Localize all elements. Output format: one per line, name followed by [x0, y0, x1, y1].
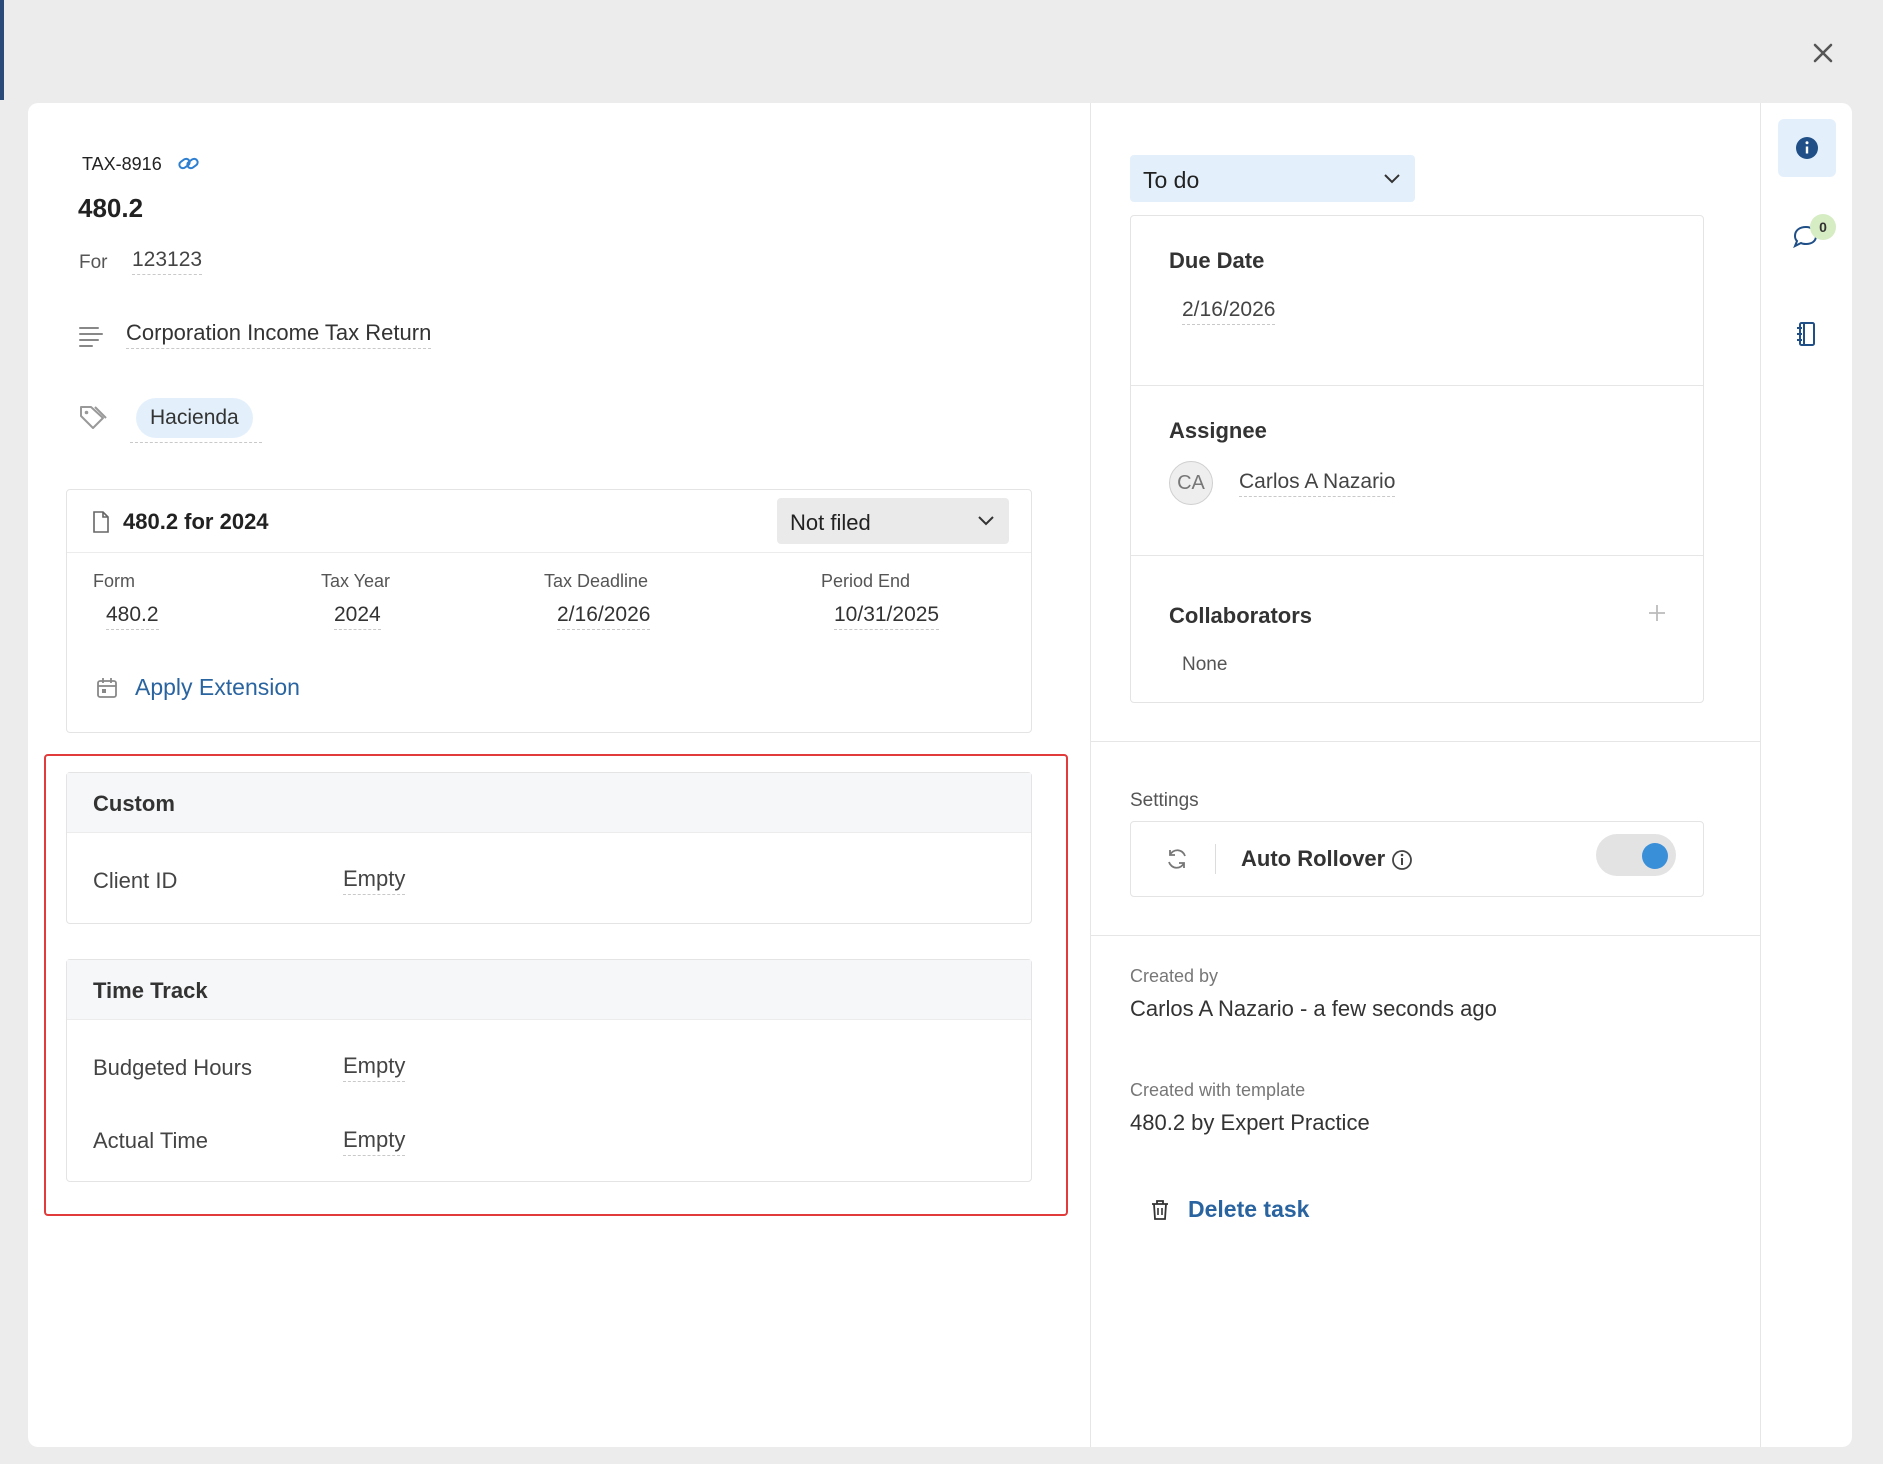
- filing-card: 480.2 for 2024 Not filed Form 480.2 Tax …: [66, 489, 1032, 733]
- info-icon[interactable]: [1391, 849, 1413, 871]
- client-id-label: Client ID: [93, 868, 178, 893]
- comment-count-badge: 0: [1810, 214, 1836, 240]
- close-icon[interactable]: [1806, 36, 1840, 70]
- tag-chip[interactable]: Hacienda: [136, 398, 253, 438]
- assignee-title: Assignee: [1169, 418, 1267, 443]
- auto-rollover-label: Auto Rollover: [1241, 846, 1386, 871]
- created-by-label: Created by: [1130, 966, 1219, 986]
- refresh-icon: [1165, 847, 1189, 871]
- file-icon: [91, 511, 111, 533]
- apply-extension-label: Apply Extension: [135, 674, 300, 700]
- task-status-select[interactable]: To do: [1130, 155, 1415, 202]
- side-rail-divider: [1760, 103, 1761, 1447]
- avatar-initials: CA: [1177, 471, 1205, 494]
- info-icon: [1796, 137, 1818, 159]
- filing-status-value: Not filed: [790, 510, 871, 535]
- trash-icon: [1148, 1198, 1172, 1222]
- tax-year-label: Tax Year: [321, 571, 391, 591]
- time-track-section: Time Track Budgeted Hours Empty Actual T…: [66, 959, 1032, 1182]
- delete-task-button[interactable]: Delete task: [1148, 1196, 1348, 1226]
- form-value[interactable]: 480.2: [106, 603, 159, 630]
- task-description[interactable]: Corporation Income Tax Return: [126, 320, 432, 349]
- calendar-icon: [95, 676, 119, 700]
- tax-deadline-label: Tax Deadline: [544, 571, 649, 591]
- due-date-title: Due Date: [1169, 248, 1265, 273]
- toggle-knob: [1642, 843, 1668, 869]
- auto-rollover-toggle[interactable]: [1596, 834, 1676, 876]
- settings-label: Settings: [1130, 790, 1199, 811]
- time-track-section-header: Time Track: [67, 960, 1031, 1020]
- tax-deadline-value[interactable]: 2/16/2026: [557, 603, 651, 630]
- task-title[interactable]: 480.2: [78, 193, 143, 224]
- task-key: TAX-8916: [82, 154, 162, 174]
- period-end-label: Period End: [821, 571, 911, 591]
- tag-field[interactable]: Hacienda: [130, 396, 262, 443]
- custom-section-title: Custom: [93, 791, 175, 816]
- chevron-down-icon: [1381, 169, 1403, 187]
- time-track-section-title: Time Track: [93, 978, 208, 1003]
- period-end-value[interactable]: 10/31/2025: [834, 603, 940, 630]
- assignee-name[interactable]: Carlos A Nazario: [1239, 470, 1396, 497]
- tag-icon: [78, 403, 108, 431]
- divider: [1090, 741, 1760, 742]
- task-modal: TAX-8916 480.2 For 123123 Corporation In…: [28, 103, 1852, 1447]
- due-date-value[interactable]: 2/16/2026: [1182, 298, 1276, 325]
- actual-time-value[interactable]: Empty: [343, 1127, 406, 1156]
- custom-section: Custom Client ID Empty: [66, 772, 1032, 924]
- description-icon: [78, 323, 104, 349]
- budgeted-hours-value[interactable]: Empty: [343, 1053, 406, 1082]
- divider: [1215, 844, 1216, 874]
- template-value: 480.2 by Expert Practice: [1130, 1110, 1370, 1135]
- plus-icon[interactable]: [1646, 602, 1668, 624]
- for-label: For: [79, 252, 108, 273]
- for-value[interactable]: 123123: [132, 248, 203, 275]
- custom-section-header: Custom: [67, 773, 1031, 833]
- panel-icon[interactable]: [1792, 319, 1822, 349]
- background-edge: [0, 0, 4, 100]
- avatar[interactable]: CA: [1169, 461, 1213, 505]
- client-id-value[interactable]: Empty: [343, 866, 406, 895]
- actual-time-label: Actual Time: [93, 1128, 208, 1153]
- form-label: Form: [93, 571, 135, 591]
- divider: [1090, 935, 1760, 936]
- filing-status-select[interactable]: Not filed: [777, 498, 1009, 544]
- collaborators-value: None: [1182, 654, 1228, 675]
- filing-header: 480.2 for 2024 Not filed: [67, 490, 1031, 553]
- link-icon[interactable]: [176, 153, 202, 175]
- info-tab-button[interactable]: [1778, 119, 1836, 177]
- filing-title: 480.2 for 2024: [123, 509, 269, 534]
- delete-task-label: Delete task: [1188, 1196, 1310, 1222]
- collaborators-title: Collaborators: [1169, 603, 1313, 628]
- template-label: Created with template: [1130, 1080, 1306, 1100]
- settings-card: Auto Rollover: [1130, 821, 1704, 897]
- chevron-down-icon: [975, 511, 997, 529]
- divider: [1131, 385, 1703, 386]
- pane-divider: [1090, 103, 1091, 1447]
- created-by-value: Carlos A Nazario - a few seconds ago: [1130, 996, 1497, 1021]
- task-status-value: To do: [1143, 167, 1200, 193]
- budgeted-hours-label: Budgeted Hours: [93, 1055, 252, 1080]
- tax-year-value[interactable]: 2024: [334, 603, 381, 630]
- divider: [1131, 555, 1703, 556]
- task-details-card: Due Date 2/16/2026 Assignee CA Carlos A …: [1130, 215, 1704, 703]
